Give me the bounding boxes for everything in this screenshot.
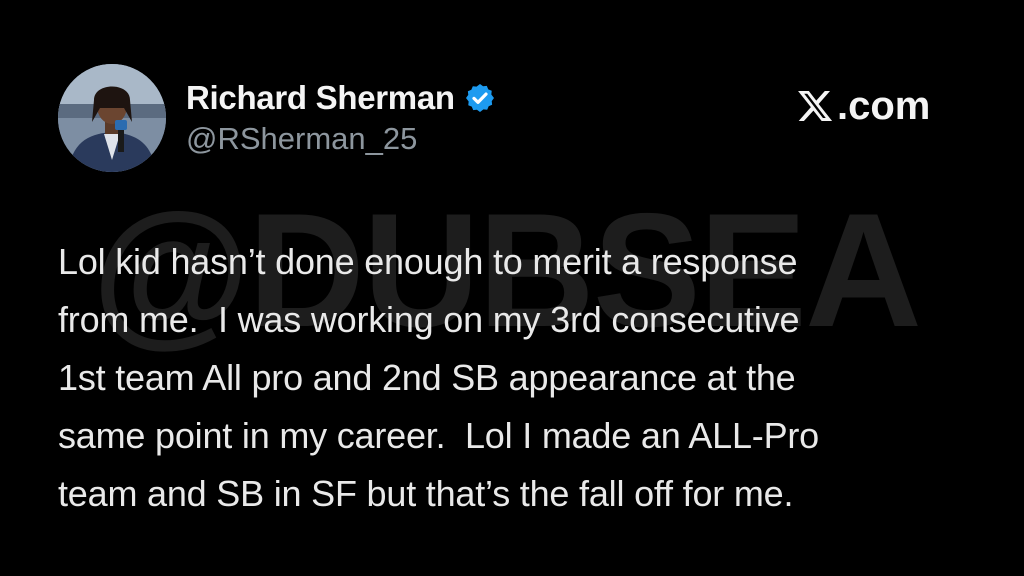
tweet-line: 1st team All pro and 2nd SB appearance a…	[58, 357, 796, 398]
user-handle[interactable]: @RSherman_25	[186, 121, 417, 157]
display-name[interactable]: Richard Sherman	[186, 79, 455, 117]
verified-badge-icon	[464, 82, 496, 114]
brand-domain: .com	[837, 83, 931, 128]
tweet-text: Lol kid hasn’t done enough to merit a re…	[58, 233, 978, 523]
tweet-line: team and SB in SF but that’s the fall of…	[58, 473, 794, 514]
tweet-line: same point in my career. Lol I made an A…	[58, 415, 819, 456]
avatar[interactable]	[58, 64, 166, 172]
avatar-photo	[58, 64, 166, 172]
brand-logo: .com	[796, 82, 930, 130]
display-name-row: Richard Sherman	[186, 78, 496, 118]
tweet-card: @DUBSEA Richard Sherman @RSherman_25 .co…	[0, 0, 1024, 576]
x-logo-icon	[796, 87, 834, 125]
tweet-line: from me. I was working on my 3rd consecu…	[58, 299, 800, 340]
tweet-line: Lol kid hasn’t done enough to merit a re…	[58, 241, 798, 282]
